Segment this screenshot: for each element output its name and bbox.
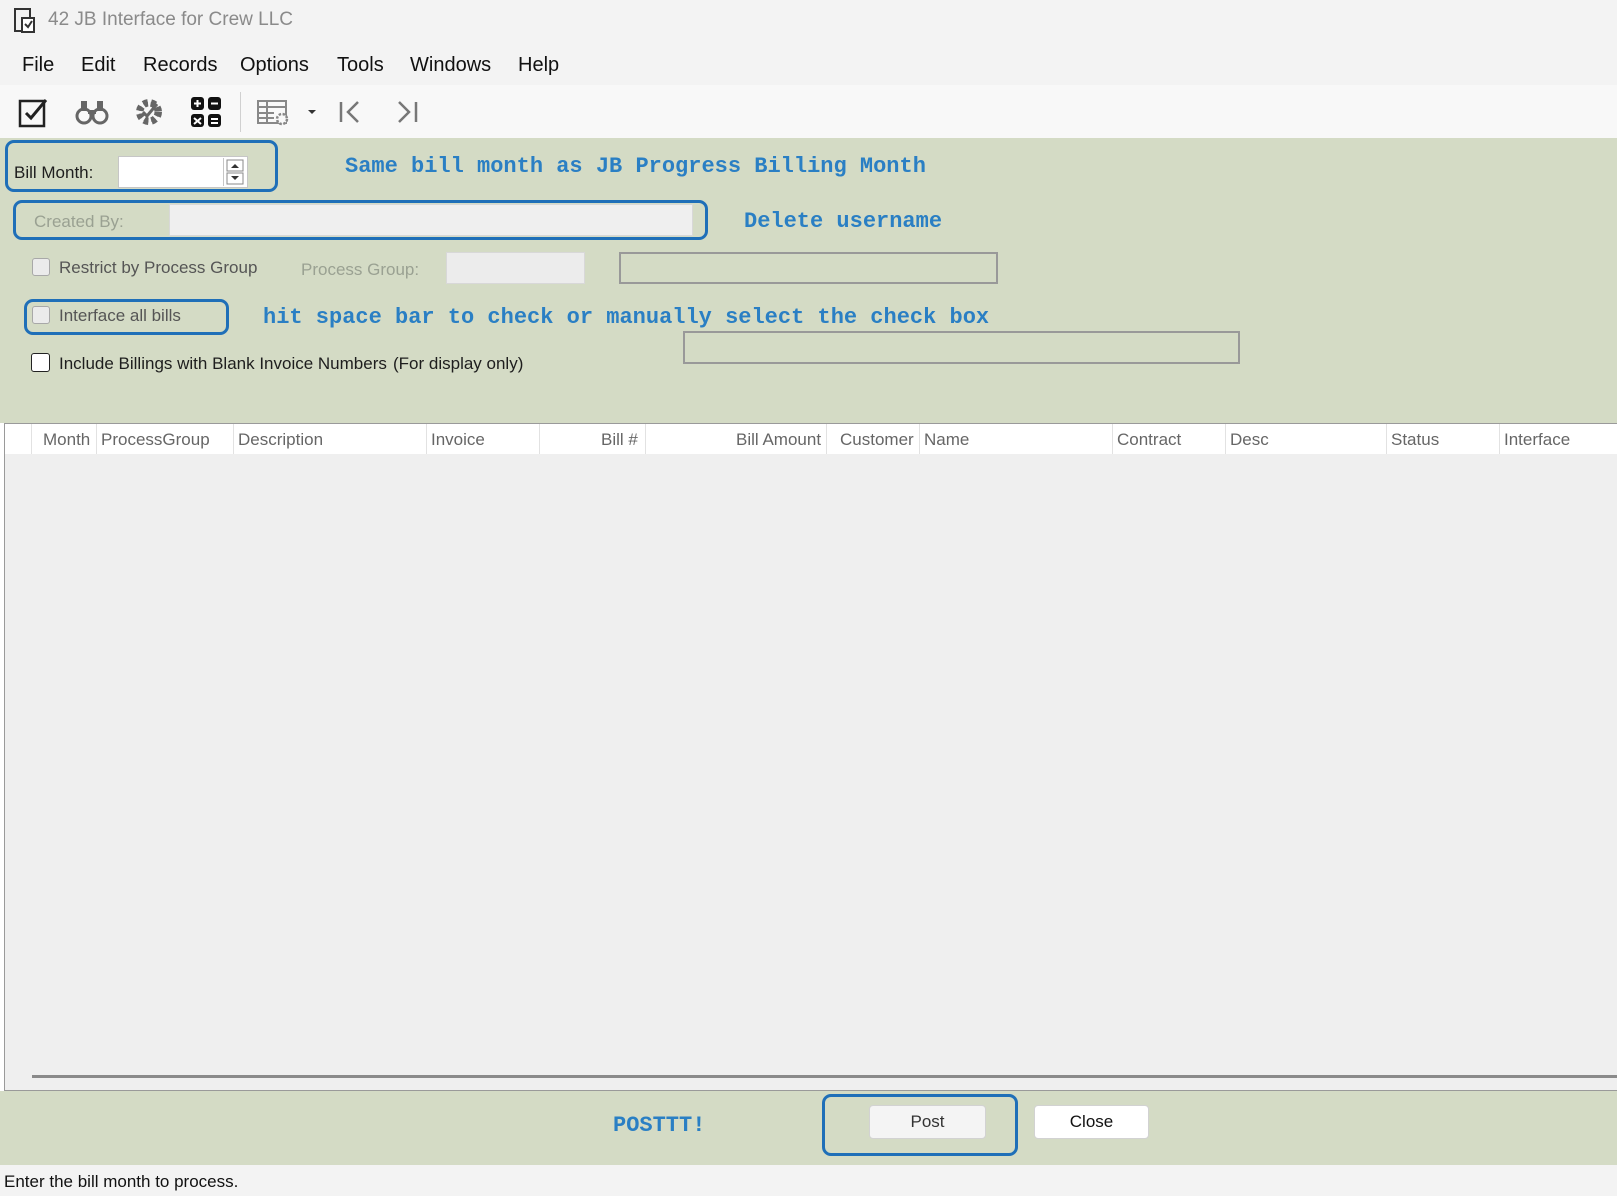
annotation-post: POSTTT!	[613, 1113, 706, 1138]
menu-help[interactable]: Help	[518, 54, 559, 77]
column-month[interactable]: Month	[43, 430, 90, 450]
menu-records[interactable]: Records	[143, 54, 217, 77]
menu-file[interactable]: File	[22, 54, 54, 77]
calculator-icon[interactable]	[186, 92, 226, 132]
include-blank-invoice-checkbox[interactable]	[31, 353, 50, 372]
restrict-process-group-checkbox[interactable]	[32, 258, 50, 276]
menu-bar: File Edit Records Options Tools Windows …	[0, 42, 1617, 85]
title-bar: 42 JB Interface for Crew LLC	[0, 0, 1617, 42]
close-button[interactable]: Close	[1034, 1105, 1149, 1139]
post-button[interactable]: Post	[869, 1105, 986, 1139]
annotation-interface-all: hit space bar to check or manually selec…	[263, 305, 990, 330]
grid-header: Month ProcessGroup Description Invoice B…	[5, 424, 1617, 454]
dropdown-arrow-icon[interactable]	[298, 92, 326, 132]
column-divider	[1112, 424, 1113, 454]
include-blank-invoice-label: Include Billings with Blank Invoice Numb…	[59, 354, 387, 373]
menu-tools[interactable]: Tools	[337, 54, 384, 77]
annotation-bill-month: Same bill month as JB Progress Billing M…	[345, 154, 926, 179]
edit-check-icon[interactable]	[14, 92, 54, 132]
column-divider	[539, 424, 540, 454]
bill-month-field[interactable]	[118, 156, 248, 188]
column-processgroup[interactable]: ProcessGroup	[101, 430, 210, 450]
bill-month-spinner[interactable]	[223, 158, 246, 186]
column-customer[interactable]: Customer	[840, 430, 914, 450]
grid-settings-icon[interactable]	[254, 92, 294, 132]
column-divider	[426, 424, 427, 454]
column-divider	[1225, 424, 1226, 454]
column-divider	[645, 424, 646, 454]
menu-windows[interactable]: Windows	[410, 54, 491, 77]
last-record-icon[interactable]	[387, 92, 427, 132]
process-group-label: Process Group:	[301, 260, 420, 279]
column-divider	[826, 424, 827, 454]
action-panel: POSTTT! Post Close	[0, 1091, 1617, 1165]
created-by-input[interactable]	[169, 204, 693, 236]
column-divider	[96, 424, 97, 454]
column-divider	[233, 424, 234, 454]
window-title: 42 JB Interface for Crew LLC	[48, 9, 293, 30]
binoculars-icon[interactable]	[72, 92, 112, 132]
info-box	[683, 331, 1240, 364]
column-name[interactable]: Name	[924, 430, 969, 450]
horizontal-scrollbar[interactable]	[32, 1075, 1617, 1078]
filter-form: Bill Month: Same bill month as JB Progre…	[0, 138, 1617, 423]
toolbar-separator	[240, 92, 241, 132]
interface-all-bills-label: Interface all bills	[59, 306, 181, 325]
bill-month-input[interactable]	[119, 157, 219, 187]
include-blank-invoice-note: (For display only)	[393, 354, 524, 373]
column-divider	[31, 424, 32, 454]
bill-month-label: Bill Month:	[14, 163, 94, 182]
column-bill-number[interactable]: Bill #	[601, 430, 638, 450]
report-icon	[14, 8, 36, 34]
status-text: Enter the bill month to process.	[4, 1172, 239, 1191]
column-divider	[1386, 424, 1387, 454]
created-by-label: Created By:	[34, 212, 124, 231]
column-divider	[919, 424, 920, 454]
column-desc[interactable]: Desc	[1230, 430, 1269, 450]
billing-grid[interactable]: Month ProcessGroup Description Invoice B…	[4, 423, 1617, 1091]
first-record-icon[interactable]	[330, 92, 370, 132]
column-invoice[interactable]: Invoice	[431, 430, 485, 450]
restrict-process-group-label: Restrict by Process Group	[59, 258, 258, 277]
status-bar: Enter the bill month to process.	[0, 1165, 1617, 1196]
menu-options[interactable]: Options	[240, 54, 309, 77]
column-divider	[1499, 424, 1500, 454]
column-contract[interactable]: Contract	[1117, 430, 1181, 450]
toolbar	[0, 85, 1617, 138]
column-bill-amount[interactable]: Bill Amount	[736, 430, 821, 450]
menu-edit[interactable]: Edit	[81, 54, 115, 77]
interface-all-bills-checkbox[interactable]	[32, 306, 50, 324]
column-status[interactable]: Status	[1391, 430, 1439, 450]
process-group-input[interactable]	[446, 252, 585, 284]
column-description[interactable]: Description	[238, 430, 323, 450]
annotation-created-by: Delete username	[744, 209, 943, 234]
process-group-description-box	[619, 252, 998, 284]
gear-icon[interactable]	[129, 92, 169, 132]
column-interface[interactable]: Interface	[1504, 430, 1570, 450]
